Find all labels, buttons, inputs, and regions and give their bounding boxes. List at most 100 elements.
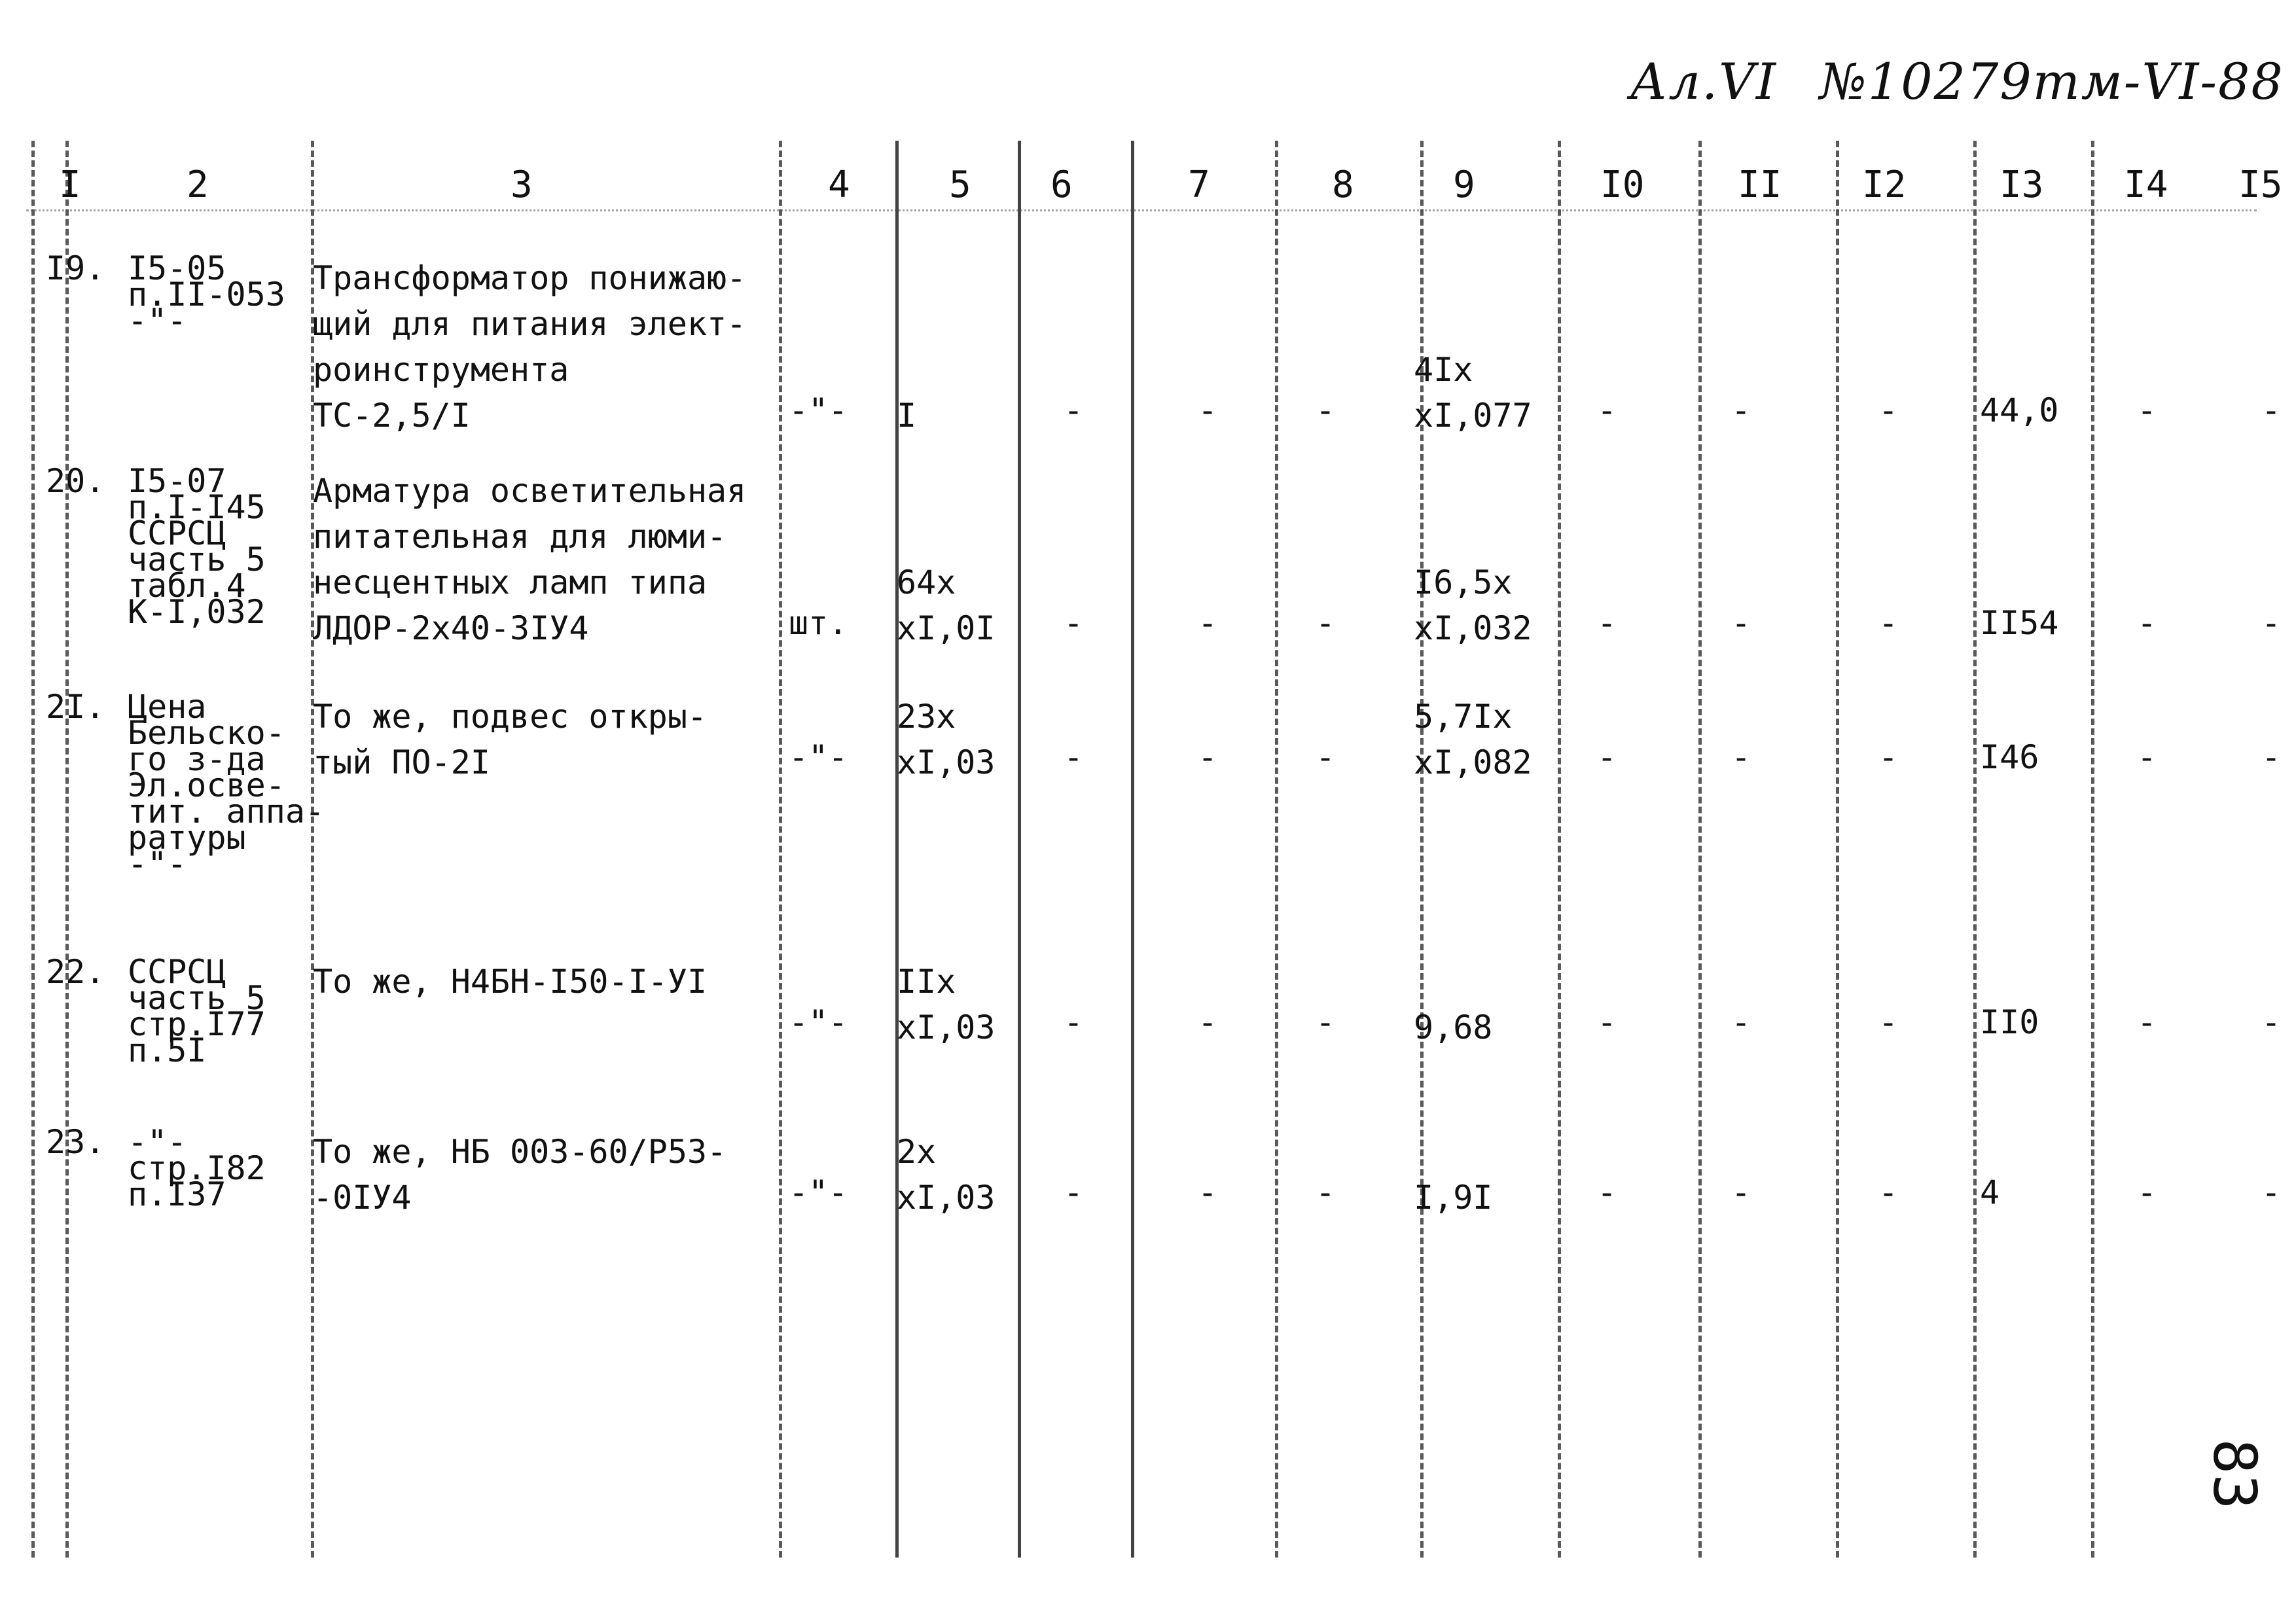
cell-c15: - [2261,604,2282,642]
cell-c13: 4 [1980,1173,2000,1211]
column-divider [1973,141,1977,1558]
cell-ref: -"- стр.I82 п.I37 [128,1123,266,1213]
cell-c11: - [1731,604,1751,642]
cell-c12: - [1878,1003,1899,1041]
cell-c11: - [1731,738,1751,776]
cell-c8: - [1316,391,1336,429]
cell-c8: - [1316,738,1336,776]
cell-c14: - [2137,738,2157,776]
column-header: 6 [1050,164,1073,206]
cell-c15: - [2261,1003,2282,1041]
cell-c13: I46 [1980,738,2039,776]
document-number: №10279тм-VI-88 [1820,52,2284,111]
cell-no: 22. [46,953,105,991]
cell-c12: - [1878,391,1899,429]
cell-c12: - [1878,738,1899,776]
column-header: II [1738,164,1782,206]
cell-no: 20. [46,462,105,500]
cell-c15: - [2261,738,2282,776]
column-header: I0 [1600,164,1645,206]
cell-name: Арматура осветительная питательная для л… [313,472,747,647]
column-header: I [59,164,81,206]
column-divider [779,141,782,1558]
header-rule [26,209,2257,211]
cell-c6: - [1064,738,1084,776]
cell-c10: - [1597,1003,1617,1041]
cell-c5: 2x xI,03 [897,1133,996,1217]
cell-c7: - [1198,738,1218,776]
column-header: I2 [1862,164,1907,206]
cell-c8: - [1316,604,1336,642]
column-divider [1131,141,1134,1558]
column-header: 2 [187,164,209,206]
cell-c10: - [1597,1173,1617,1211]
cell-c7: - [1198,391,1218,429]
cell-c9: 4Ix xI,077 [1414,351,1532,435]
cell-c12: - [1878,604,1899,642]
cell-unit: -"- [789,1173,848,1211]
column-divider [31,141,35,1558]
cell-c11: - [1731,1003,1751,1041]
column-divider [65,141,69,1558]
cell-ref: I5-05 п.II-053 -"- [128,249,285,340]
cell-c13: II0 [1980,1003,2039,1041]
document-series-mark: Ал.VI [1630,52,1778,111]
cell-c14: - [2137,604,2157,642]
column-header: 8 [1332,164,1354,206]
cell-c5: I [897,397,917,435]
cell-c9: 5,7Ix xI,082 [1414,698,1532,781]
cell-name: Трансформатор понижаю- щий для питания э… [313,259,747,435]
cell-c7: - [1198,1173,1218,1211]
column-header: 9 [1453,164,1475,206]
column-header: I3 [2000,164,2044,206]
cell-c9: I,9I [1414,1179,1493,1217]
cell-c5: 23x xI,03 [897,698,996,781]
page-number: 83 [2200,1438,2269,1510]
cell-c6: - [1064,1173,1084,1211]
cell-c9: I6,5x xI,032 [1414,563,1532,647]
cell-c5: 64x xI,0I [897,563,996,647]
cell-c5: IIx xI,03 [897,963,996,1046]
cell-c7: - [1198,1003,1218,1041]
column-divider [1836,141,1839,1558]
column-header: 3 [511,164,533,206]
cell-c14: - [2137,391,2157,429]
cell-unit: -"- [789,738,848,776]
cell-unit: -"- [789,391,848,429]
cell-c6: - [1064,391,1084,429]
cell-c15: - [2261,1173,2282,1211]
cell-c10: - [1597,391,1617,429]
column-divider [1558,141,1561,1558]
cell-unit: -"- [789,1003,848,1041]
cell-c8: - [1316,1173,1336,1211]
column-header: 5 [949,164,971,206]
cell-ref: Цена Бельско- го з-да Эл.осве- тит. аппа… [128,688,325,883]
cell-c14: - [2137,1003,2157,1041]
cell-name: То же, Н4БН-I50-I-УI [313,963,708,1001]
column-divider [895,141,899,1558]
cell-c11: - [1731,1173,1751,1211]
cell-c10: - [1597,604,1617,642]
cell-ref: I5-07 п.I-I45 ССРСЦ часть 5 табл.4 К-I,0… [128,462,266,631]
cell-no: I9. [46,249,105,287]
cell-c13: 44,0 [1980,391,2059,429]
column-divider [1018,141,1021,1558]
cell-name: То же, НБ 003-60/Р53- -0IУ4 [313,1133,727,1217]
cell-c12: - [1878,1173,1899,1211]
cell-c10: - [1597,738,1617,776]
column-divider [1698,141,1702,1558]
cell-c15: - [2261,391,2282,429]
cell-unit: шт. [789,604,848,642]
column-header: 4 [828,164,850,206]
cell-c7: - [1198,604,1218,642]
cell-c9: 9,68 [1414,1008,1493,1046]
column-header: I5 [2238,164,2283,206]
column-divider [2091,141,2094,1558]
cell-c14: - [2137,1173,2157,1211]
column-header: I4 [2124,164,2168,206]
cell-c6: - [1064,604,1084,642]
cell-name: То же, подвес откры- тый ПО-2I [313,698,708,781]
cell-no: 2I. [46,688,105,726]
column-header: 7 [1188,164,1210,206]
cell-ref: ССРСЦ часть 5 стр.I77 п.5I [128,953,266,1069]
